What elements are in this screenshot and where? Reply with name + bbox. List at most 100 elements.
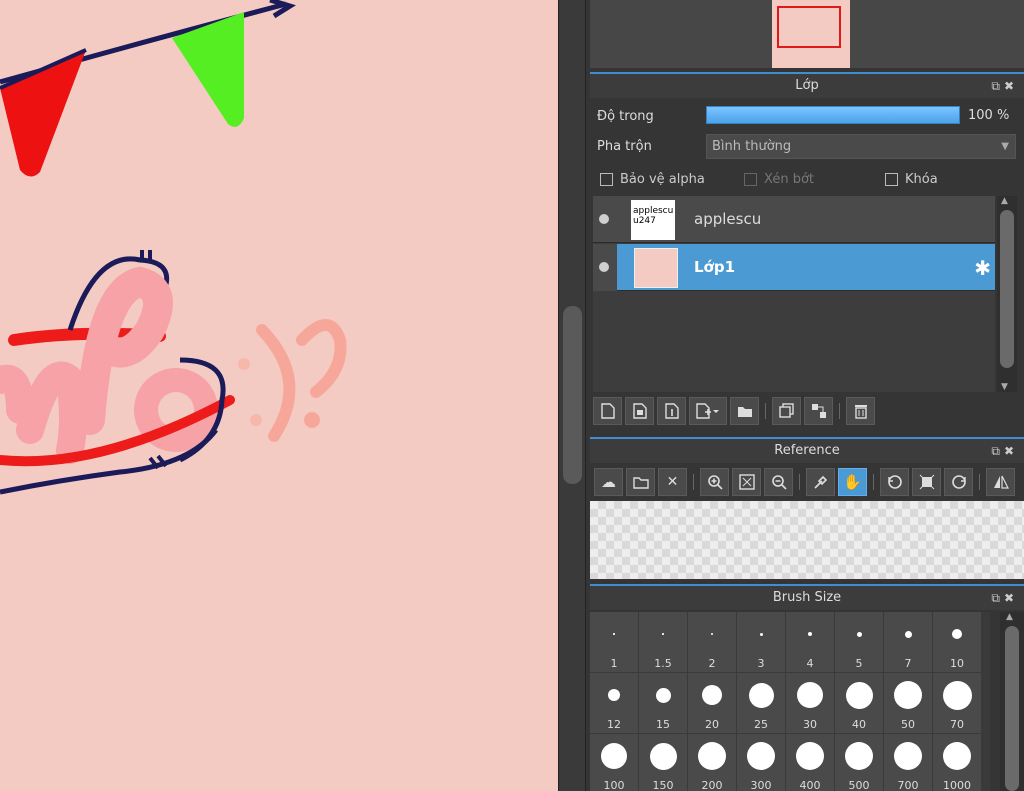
brush-size-150[interactable]: 150 [639, 734, 687, 791]
brush-size-label: 10 [950, 657, 964, 670]
layer-list-scrollbar[interactable]: ▲ ▼ [997, 196, 1017, 392]
protect-alpha-checkbox[interactable]: Bảo vệ alpha [600, 172, 705, 187]
halftone-layer-icon [632, 403, 647, 419]
blend-mode-select[interactable]: Bình thường ▼ [706, 134, 1016, 159]
scroll-up-icon[interactable]: ▲ [1001, 196, 1008, 206]
reset-view-button[interactable] [912, 468, 941, 496]
duplicate-layer-button[interactable] [772, 397, 801, 425]
brush-size-400[interactable]: 400 [786, 734, 834, 791]
scroll-up-icon[interactable]: ▲ [1006, 612, 1013, 622]
layer-eye-cell[interactable] [593, 244, 617, 291]
checkbox-box[interactable] [885, 173, 898, 186]
layer-row-lop1[interactable]: Lớp1 ✱ [617, 244, 995, 291]
brush-size-label: 2 [708, 657, 716, 670]
protect-alpha-label: Bảo vệ alpha [620, 172, 705, 187]
close-reference-button[interactable]: ✕ [658, 468, 687, 496]
brush-size-1.5[interactable]: 1.5 [639, 612, 687, 672]
reference-canvas[interactable] [590, 501, 1024, 579]
brush-size-500[interactable]: 500 [835, 734, 883, 791]
lock-checkbox[interactable]: Khóa [885, 172, 938, 187]
checkbox-box[interactable] [600, 173, 613, 186]
brush-size-4[interactable]: 4 [786, 612, 834, 672]
brush-size-10[interactable]: 10 [933, 612, 981, 672]
brush-size-20[interactable]: 20 [688, 673, 736, 733]
brush-size-15[interactable]: 15 [639, 673, 687, 733]
brush-size-label: 4 [806, 657, 814, 670]
new-layer-button[interactable] [593, 397, 622, 425]
layer-thumb-text: applescu u247 [633, 206, 674, 226]
brush-size-label: 150 [652, 779, 674, 791]
navigator-thumbnail[interactable] [772, 0, 850, 68]
clipping-checkbox[interactable]: Xén bớt [744, 172, 814, 187]
drawing-canvas[interactable] [0, 0, 558, 791]
new-halftone-layer-button[interactable] [625, 397, 654, 425]
brush-size-30[interactable]: 30 [786, 673, 834, 733]
layer-panel-header: Lớp ⧉✖ [590, 72, 1024, 98]
brush-size-label: 1.5 [654, 657, 672, 670]
brush-size-1[interactable]: 1 [590, 612, 638, 672]
brush-size-2[interactable]: 2 [688, 612, 736, 672]
add-layer-menu-button[interactable] [689, 397, 727, 425]
scrollbar-thumb[interactable] [1005, 626, 1019, 791]
brush-size-700[interactable]: 700 [884, 734, 932, 791]
cloud-upload-icon: ☁ [601, 473, 616, 491]
close-icon[interactable]: ✖ [1004, 79, 1018, 93]
brush-size-200[interactable]: 200 [688, 734, 736, 791]
brush-size-300[interactable]: 300 [737, 734, 785, 791]
brush-size-label: 200 [701, 779, 723, 791]
brush-dot-icon [942, 680, 972, 710]
brush-size-50[interactable]: 50 [884, 673, 932, 733]
zoom-in-button[interactable] [700, 468, 729, 496]
brush-size-25[interactable]: 25 [737, 673, 785, 733]
layer-name: Lớp1 [694, 258, 736, 276]
brush-size-12[interactable]: 12 [590, 673, 638, 733]
scroll-down-icon[interactable]: ▼ [1001, 382, 1008, 392]
canvas-vertical-scrollbar[interactable] [558, 0, 586, 791]
brush-size-panel-title: Brush Size [772, 590, 842, 605]
zoom-out-button[interactable] [764, 468, 793, 496]
checkbox-box[interactable] [744, 173, 757, 186]
popout-icon[interactable]: ⧉ [991, 79, 1004, 93]
opacity-slider[interactable] [706, 106, 960, 124]
visibility-icon[interactable] [599, 214, 609, 224]
brush-size-70[interactable]: 70 [933, 673, 981, 733]
close-icon[interactable]: ✖ [1004, 591, 1018, 605]
brush-size-100[interactable]: 100 [590, 734, 638, 791]
right-dock: Lớp ⧉✖ Độ trong 100 % Pha trộn Bình thườ… [586, 0, 1024, 791]
open-file-button[interactable] [626, 468, 655, 496]
navigator-panel[interactable] [590, 0, 1024, 68]
hand-tool-button[interactable]: ✋ [838, 468, 867, 496]
brush-size-label: 500 [848, 779, 870, 791]
brush-size-5[interactable]: 5 [835, 612, 883, 672]
delete-layer-button[interactable] [846, 397, 875, 425]
scrollbar-thumb[interactable] [1000, 210, 1014, 368]
close-icon[interactable]: ✖ [1004, 444, 1018, 458]
visibility-icon[interactable] [599, 262, 609, 272]
popout-icon[interactable]: ⧉ [991, 591, 1004, 605]
layer-name: applescu [694, 210, 762, 228]
scrollbar-thumb[interactable] [563, 306, 582, 484]
rotate-left-button[interactable] [880, 468, 909, 496]
brush-size-scrollbar[interactable]: ▲ [1000, 612, 1024, 791]
new-folder-button[interactable] [730, 397, 759, 425]
brush-size-7[interactable]: 7 [884, 612, 932, 672]
separator [765, 403, 766, 419]
navigator-view-frame[interactable] [777, 6, 841, 48]
gear-icon[interactable]: ✱ [974, 256, 991, 280]
flip-button[interactable] [986, 468, 1015, 496]
new-1bit-layer-button[interactable] [657, 397, 686, 425]
layer-list[interactable]: applescu u247 applescu Lớp1 ✱ [593, 196, 995, 392]
brush-size-40[interactable]: 40 [835, 673, 883, 733]
brush-dot-icon [845, 681, 873, 709]
layer-panel-title: Lớp [795, 78, 819, 93]
brush-size-1000[interactable]: 1000 [933, 734, 981, 791]
rotate-right-button[interactable] [944, 468, 973, 496]
brush-size-3[interactable]: 3 [737, 612, 785, 672]
merge-layer-button[interactable] [804, 397, 833, 425]
fit-view-button[interactable] [732, 468, 761, 496]
popout-icon[interactable]: ⧉ [991, 444, 1004, 458]
layer-row-applescu[interactable]: applescu u247 applescu [593, 196, 995, 243]
eyedropper-button[interactable] [806, 468, 835, 496]
cloud-upload-button[interactable]: ☁ [594, 468, 623, 496]
brush-size-label: 700 [897, 779, 919, 791]
